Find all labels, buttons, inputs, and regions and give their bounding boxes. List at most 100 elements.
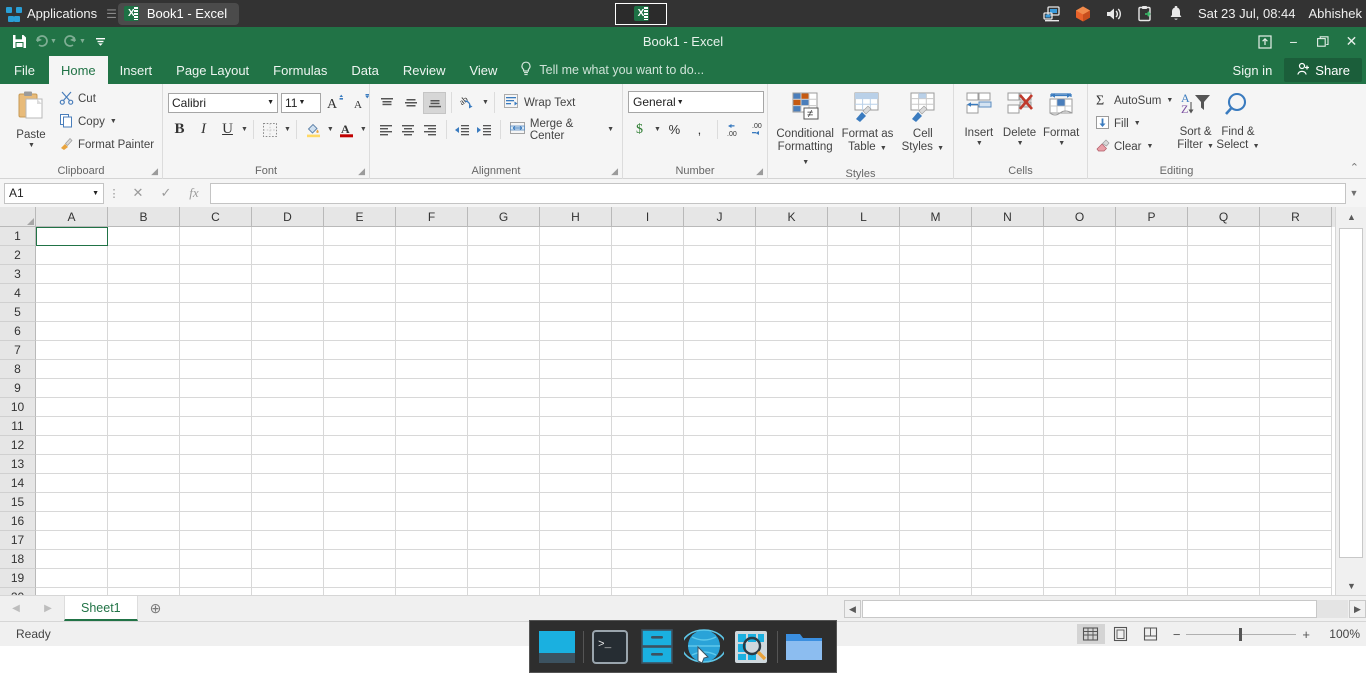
cell-B15[interactable] bbox=[108, 493, 180, 512]
cell-G5[interactable] bbox=[468, 303, 540, 322]
alignment-dialog-launcher[interactable]: ◢ bbox=[611, 166, 618, 177]
delete-cells-button[interactable]: Delete ▼ bbox=[999, 89, 1041, 147]
terminal-icon[interactable]: >_ bbox=[589, 626, 631, 668]
cell-E18[interactable] bbox=[324, 550, 396, 569]
cell-G13[interactable] bbox=[468, 455, 540, 474]
cell-P13[interactable] bbox=[1116, 455, 1188, 474]
cell-R20[interactable] bbox=[1260, 588, 1332, 595]
cell-H14[interactable] bbox=[540, 474, 612, 493]
cell-D20[interactable] bbox=[252, 588, 324, 595]
cell-H10[interactable] bbox=[540, 398, 612, 417]
cell-H2[interactable] bbox=[540, 246, 612, 265]
cell-E1[interactable] bbox=[324, 227, 396, 246]
cell-H8[interactable] bbox=[540, 360, 612, 379]
cell-O13[interactable] bbox=[1044, 455, 1116, 474]
cell-P11[interactable] bbox=[1116, 417, 1188, 436]
number-format-combobox[interactable]: General ▼ bbox=[628, 91, 764, 113]
insert-function-button[interactable]: fx bbox=[180, 182, 208, 204]
cell-L11[interactable] bbox=[828, 417, 900, 436]
cell-E2[interactable] bbox=[324, 246, 396, 265]
cell-B5[interactable] bbox=[108, 303, 180, 322]
format-as-table-dropdown-icon[interactable]: ▼ bbox=[880, 145, 887, 152]
clear-button[interactable]: Clear ▼ bbox=[1093, 135, 1175, 158]
cell-J7[interactable] bbox=[684, 341, 756, 360]
zoom-slider-handle[interactable] bbox=[1239, 627, 1243, 641]
cell-styles-dropdown-icon[interactable]: ▼ bbox=[937, 145, 944, 152]
cell-F10[interactable] bbox=[396, 398, 468, 417]
cell-A11[interactable] bbox=[36, 417, 108, 436]
cell-I10[interactable] bbox=[612, 398, 684, 417]
cell-N15[interactable] bbox=[972, 493, 1044, 512]
cell-Q13[interactable] bbox=[1188, 455, 1260, 474]
cell-E20[interactable] bbox=[324, 588, 396, 595]
cell-D14[interactable] bbox=[252, 474, 324, 493]
cell-L4[interactable] bbox=[828, 284, 900, 303]
vertical-scrollbar[interactable]: ▲ ▼ bbox=[1335, 207, 1366, 595]
cell-G4[interactable] bbox=[468, 284, 540, 303]
cell-K1[interactable] bbox=[756, 227, 828, 246]
scroll-down-button[interactable]: ▼ bbox=[1336, 576, 1366, 595]
cell-D12[interactable] bbox=[252, 436, 324, 455]
copy-dropdown-icon[interactable]: ▼ bbox=[110, 118, 117, 125]
web-browser-icon[interactable] bbox=[683, 626, 725, 668]
bold-button[interactable]: B bbox=[168, 119, 191, 141]
close-button[interactable]: ✕ bbox=[1337, 27, 1366, 56]
cell-O19[interactable] bbox=[1044, 569, 1116, 588]
cell-H12[interactable] bbox=[540, 436, 612, 455]
cell-R19[interactable] bbox=[1260, 569, 1332, 588]
cell-N6[interactable] bbox=[972, 322, 1044, 341]
cell-I17[interactable] bbox=[612, 531, 684, 550]
select-all-button[interactable] bbox=[0, 207, 36, 227]
format-cells-button[interactable]: Format ▼ bbox=[1040, 89, 1082, 147]
cell-A2[interactable] bbox=[36, 246, 108, 265]
cell-G2[interactable] bbox=[468, 246, 540, 265]
zoom-level-label[interactable]: 100% bbox=[1318, 627, 1360, 641]
cell-K16[interactable] bbox=[756, 512, 828, 531]
row-header-16[interactable]: 16 bbox=[0, 512, 36, 531]
cell-B9[interactable] bbox=[108, 379, 180, 398]
autosum-button[interactable]: Σ AutoSum ▼ bbox=[1093, 89, 1175, 112]
cell-F5[interactable] bbox=[396, 303, 468, 322]
archive-manager-icon[interactable] bbox=[636, 626, 678, 668]
cell-G11[interactable] bbox=[468, 417, 540, 436]
user-name[interactable]: Abhishek bbox=[1309, 6, 1362, 21]
cell-E16[interactable] bbox=[324, 512, 396, 531]
cell-R1[interactable] bbox=[1260, 227, 1332, 246]
cell-E3[interactable] bbox=[324, 265, 396, 284]
underline-button[interactable]: U bbox=[216, 119, 239, 141]
cell-L13[interactable] bbox=[828, 455, 900, 474]
cell-B2[interactable] bbox=[108, 246, 180, 265]
cell-O10[interactable] bbox=[1044, 398, 1116, 417]
find-and-select-button[interactable]: Find & Select ▼ bbox=[1216, 89, 1260, 153]
cell-C17[interactable] bbox=[180, 531, 252, 550]
row-header-6[interactable]: 6 bbox=[0, 322, 36, 341]
align-left-button[interactable] bbox=[375, 119, 396, 141]
cell-N16[interactable] bbox=[972, 512, 1044, 531]
cell-A20[interactable] bbox=[36, 588, 108, 595]
cell-R14[interactable] bbox=[1260, 474, 1332, 493]
cell-A9[interactable] bbox=[36, 379, 108, 398]
name-box[interactable]: A1 ▼ bbox=[4, 182, 104, 204]
tab-file[interactable]: File bbox=[0, 56, 49, 84]
cell-K2[interactable] bbox=[756, 246, 828, 265]
cell-P20[interactable] bbox=[1116, 588, 1188, 595]
cell-H16[interactable] bbox=[540, 512, 612, 531]
share-button[interactable]: Share bbox=[1284, 58, 1362, 82]
row-header-13[interactable]: 13 bbox=[0, 455, 36, 474]
cell-M15[interactable] bbox=[900, 493, 972, 512]
borders-button[interactable] bbox=[259, 119, 282, 141]
cell-I14[interactable] bbox=[612, 474, 684, 493]
cell-J3[interactable] bbox=[684, 265, 756, 284]
cell-C19[interactable] bbox=[180, 569, 252, 588]
cell-D7[interactable] bbox=[252, 341, 324, 360]
cell-J1[interactable] bbox=[684, 227, 756, 246]
cell-I15[interactable] bbox=[612, 493, 684, 512]
cell-J13[interactable] bbox=[684, 455, 756, 474]
cell-C16[interactable] bbox=[180, 512, 252, 531]
cell-Q3[interactable] bbox=[1188, 265, 1260, 284]
column-header-D[interactable]: D bbox=[252, 207, 324, 227]
cell-Q2[interactable] bbox=[1188, 246, 1260, 265]
wrap-text-button[interactable]: Wrap Text bbox=[500, 92, 578, 114]
cell-K7[interactable] bbox=[756, 341, 828, 360]
cell-I11[interactable] bbox=[612, 417, 684, 436]
